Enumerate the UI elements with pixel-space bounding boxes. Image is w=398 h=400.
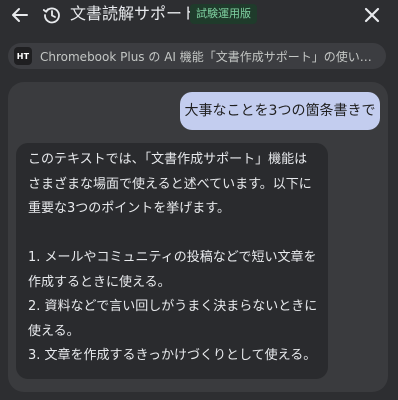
close-button[interactable]	[360, 3, 384, 27]
response-list-item: 1. メールやコミュニティの投稿などで短い文章を	[28, 250, 317, 265]
trial-badge: 試験運用版	[190, 4, 257, 24]
response-line: このテキストでは、「文書作成サポート」機能は	[28, 152, 308, 167]
source-document-title: Chromebook Plus の AI 機能「文書作成サポート」の使い方と活用…	[40, 49, 376, 64]
response-list-item: 使える。	[28, 323, 80, 339]
response-text: このテキストでは、「文書作成サポート」機能は さまざまな場面で使えると述べていま…	[28, 148, 344, 369]
response-line: 重要な3つのポイントを挙げます。	[28, 201, 230, 216]
arrow-left-icon	[10, 5, 30, 25]
back-button[interactable]	[8, 3, 32, 27]
response-list-item: 2. 資料などで言い回しがうまく決まらないときに	[28, 299, 318, 314]
reading-support-panel: 文書読解サポート 試験運用版 HT Chromebook Plus の AI 機…	[0, 0, 398, 400]
header: 文書読解サポート 試験運用版	[0, 0, 398, 32]
page-title: 文書読解サポート	[70, 4, 199, 23]
history-button[interactable]	[40, 3, 64, 27]
response-list-item: 作成するときに使える。	[28, 274, 171, 290]
source-document-chip[interactable]: HT Chromebook Plus の AI 機能「文書作成サポート」の使い方…	[8, 43, 386, 69]
close-icon	[363, 6, 381, 24]
response-line: さまざまな場面で使えると述べています。以下に	[28, 176, 312, 192]
history-icon	[42, 5, 62, 25]
user-message-bubble: 大事なことを3つの箇条書きで	[180, 92, 380, 130]
site-favicon-icon: HT	[14, 47, 32, 65]
response-list-item: 3. 文章を作成するきっかけづくりとして使える。	[28, 348, 317, 363]
